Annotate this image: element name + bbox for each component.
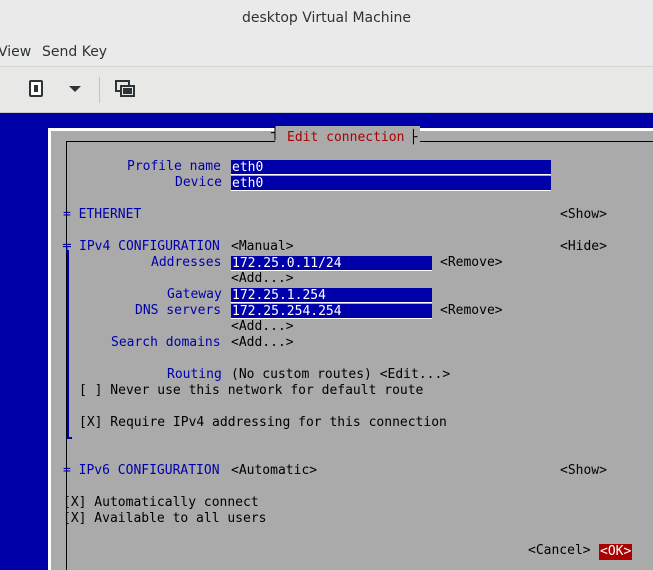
toolbar-separator <box>99 77 100 103</box>
ok-button[interactable]: <OK> <box>599 544 633 560</box>
dialog-title-box: ┤ Edit connection ├ <box>271 126 421 145</box>
address-field[interactable]: 172.25.0.11/24 <box>231 256 432 271</box>
ipv4-mode-dropdown[interactable]: <Manual> <box>231 239 294 255</box>
ipv4-section-bar-end <box>67 437 72 439</box>
menubar: View Send Key <box>0 38 653 67</box>
profile-name-field[interactable]: eth0 <box>231 160 551 175</box>
menu-send-key[interactable]: Send Key <box>42 44 107 60</box>
never-default-route-checkbox[interactable]: [ ] Never use this network for default r… <box>79 383 423 399</box>
ethernet-show-button[interactable]: <Show> <box>560 207 607 223</box>
device-field[interactable]: eth0 <box>231 176 551 191</box>
ipv6-header[interactable]: = IPv6 CONFIGURATION <box>63 463 220 479</box>
screenshot-icon[interactable] <box>112 77 138 101</box>
dns-label: DNS servers <box>135 303 222 318</box>
usb-redirect-icon[interactable] <box>24 77 50 101</box>
gateway-field[interactable]: 172.25.1.254 <box>231 288 432 303</box>
routing-label: Routing <box>167 367 222 382</box>
addresses-label: Addresses <box>151 255 222 270</box>
routing-edit-button[interactable]: (No custom routes) <Edit...> <box>231 367 450 383</box>
profile-name-label: Profile name <box>127 159 221 174</box>
ipv4-hide-button[interactable]: <Hide> <box>560 239 607 255</box>
ipv4-section-bar <box>67 250 69 439</box>
ipv6-show-button[interactable]: <Show> <box>560 463 607 479</box>
add-dns-button[interactable]: <Add...> <box>231 319 294 335</box>
gateway-label: Gateway <box>167 287 222 302</box>
add-search-domain-button[interactable]: <Add...> <box>231 335 294 351</box>
window-title: desktop Virtual Machine <box>241 10 412 26</box>
dns-field[interactable]: 172.25.254.254 <box>231 304 432 319</box>
device-label: Device <box>175 175 222 190</box>
require-ipv4-checkbox[interactable]: [X] Require IPv4 addressing for this con… <box>79 415 447 431</box>
dialog-title: Edit connection <box>287 130 405 145</box>
remove-dns-button[interactable]: <Remove> <box>440 303 503 319</box>
ipv4-header[interactable]: IPv4 CONFIGURATION <box>79 239 220 255</box>
partial-toolbar-button[interactable] <box>0 77 12 101</box>
all-users-checkbox[interactable]: [X] Available to all users <box>63 511 267 527</box>
auto-connect-checkbox[interactable]: [X] Automatically connect <box>63 495 259 511</box>
cancel-button[interactable]: <Cancel> <box>528 543 591 559</box>
add-address-button[interactable]: <Add...> <box>231 271 294 287</box>
window-titlebar: desktop Virtual Machine <box>0 0 653 38</box>
dropdown-arrow-icon[interactable] <box>62 77 88 101</box>
toolbar <box>0 67 653 113</box>
ipv6-mode-dropdown[interactable]: <Automatic> <box>231 463 317 479</box>
ethernet-header[interactable]: = ETHERNET <box>63 207 141 223</box>
menu-view[interactable]: View <box>0 44 31 60</box>
remove-address-button[interactable]: <Remove> <box>440 255 503 271</box>
search-domains-label: Search domains <box>111 335 221 350</box>
